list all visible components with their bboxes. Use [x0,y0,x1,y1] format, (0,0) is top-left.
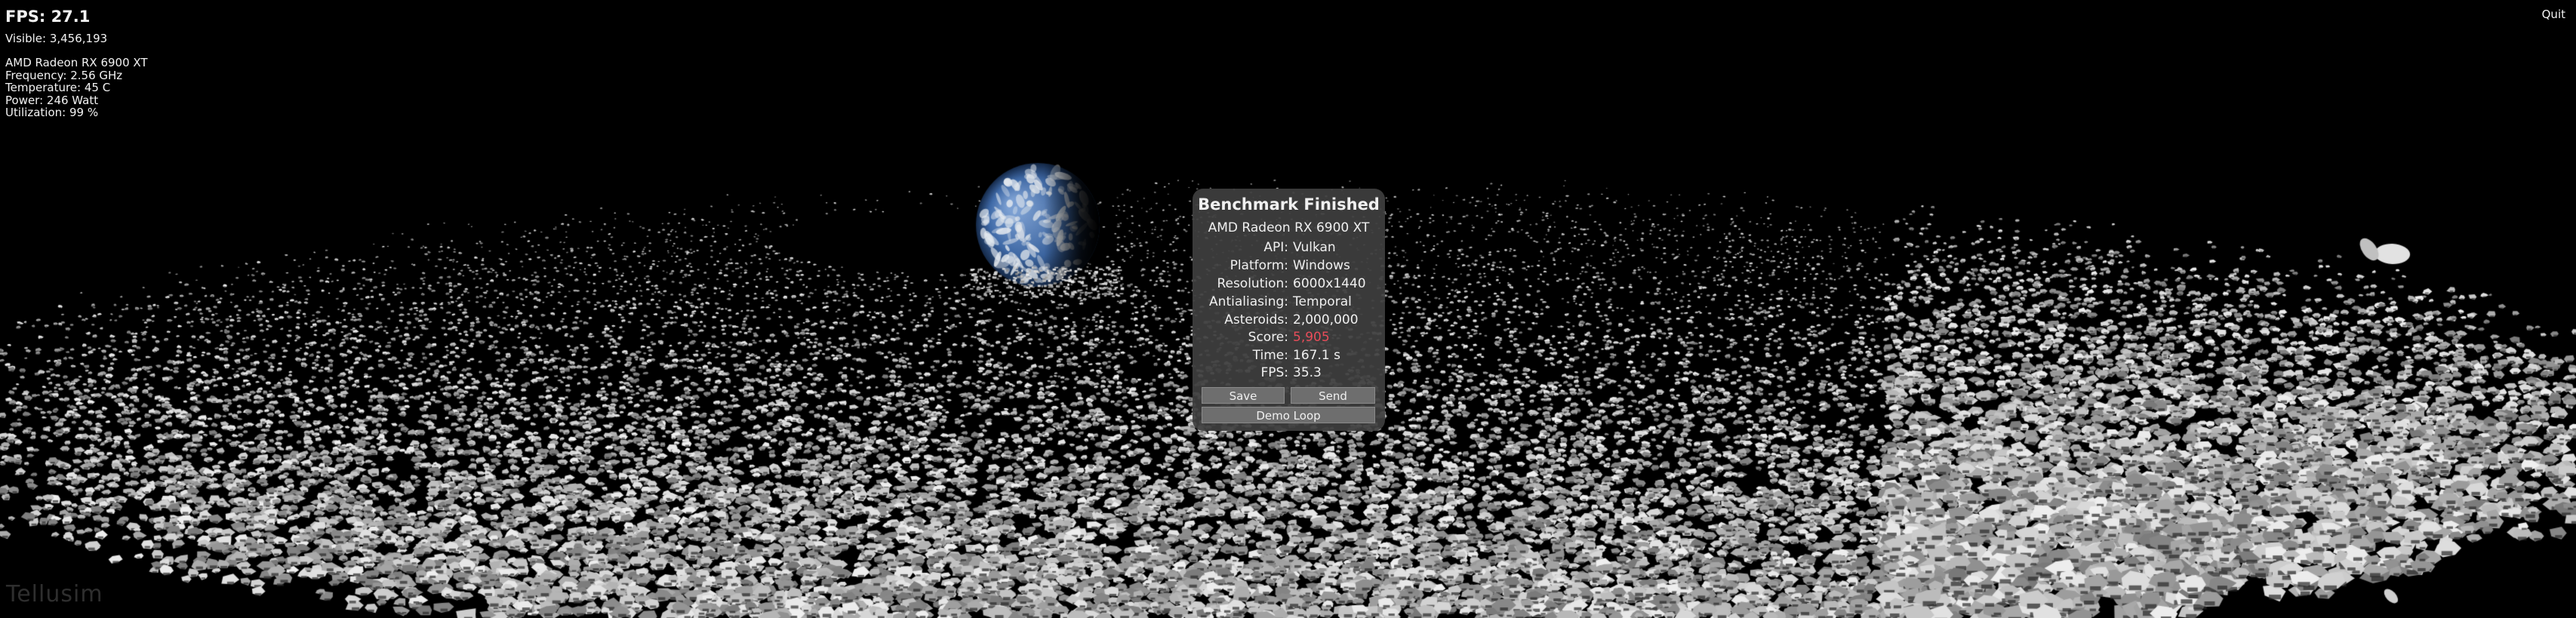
visible-count: Visible: 3,456,193 [5,32,108,45]
result-value: 167.1 s [1293,348,1340,363]
gpu-frequency: Frequency: 2.56 GHz [5,68,123,82]
result-value: Temporal [1293,294,1352,309]
result-label: Time: [1252,348,1288,363]
result-row-api: API: Vulkan [1193,240,1385,257]
result-label: FPS: [1260,365,1288,380]
result-value: 6000x1440 [1293,276,1366,291]
fps-counter: FPS: 27.1 [5,8,91,26]
panel-gpu-name: AMD Radeon RX 6900 XT [1208,220,1370,235]
result-row-asteroids: Asteroids: 2,000,000 [1193,312,1385,330]
result-value: Windows [1293,258,1350,273]
gpu-power: Power: 246 Watt [5,93,99,107]
benchmark-viewport: FPS: 27.1 Visible: 3,456,193 AMD Radeon … [0,0,2576,618]
result-label: Antialiasing: [1209,294,1288,309]
send-button[interactable]: Send [1291,387,1375,404]
result-row-time: Time: 167.1 s [1193,348,1385,365]
result-row-platform: Platform: Windows [1193,258,1385,275]
result-value: Vulkan [1293,240,1336,255]
score-value: 5,905 [1293,330,1330,345]
gpu-utilization: Utilization: 99 % [5,106,99,119]
result-label: Asteroids: [1224,312,1288,327]
save-button[interactable]: Save [1202,387,1285,404]
panel-title: Benchmark Finished [1198,195,1380,214]
result-value: 2,000,000 [1293,312,1359,327]
result-row-antialiasing: Antialiasing: Temporal [1193,294,1385,312]
result-row-resolution: Resolution: 6000x1440 [1193,276,1385,294]
result-label: Resolution: [1217,276,1288,291]
gpu-temperature: Temperature: 45 C [5,81,111,94]
watermark-logo: Tellusim [6,581,103,607]
gpu-name: AMD Radeon RX 6900 XT [5,56,148,69]
result-label: Platform: [1230,258,1288,273]
demo-loop-button[interactable]: Demo Loop [1202,407,1375,423]
result-label: Score: [1248,330,1288,345]
result-row-fps: FPS: 35.3 [1193,365,1385,383]
result-label: API: [1263,240,1288,255]
results-panel: Benchmark Finished AMD Radeon RX 6900 XT… [1193,189,1385,431]
result-row-score: Score: 5,905 [1193,330,1385,347]
quit-button[interactable]: Quit [2542,8,2565,21]
result-value: 35.3 [1293,365,1322,380]
gpu-stats: AMD Radeon RX 6900 XT Frequency: 2.56 GH… [5,57,148,119]
